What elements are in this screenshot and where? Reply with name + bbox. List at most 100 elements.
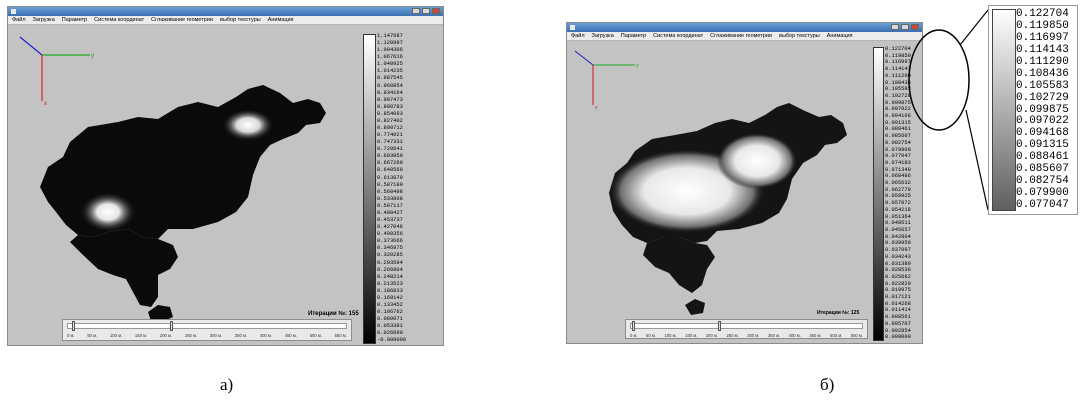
scale-value: 0.108436 — [885, 79, 911, 86]
iteration-label: Итерации №: 155 — [308, 311, 359, 317]
scale-value: 0.062779 — [885, 186, 911, 193]
scale-value: 0.293594 — [377, 259, 403, 266]
scale-value: 0.094168 — [885, 113, 911, 120]
scale-value: 0.774021 — [377, 132, 403, 139]
zoomed-scale-inset: 0.122704 0.119850 0.116997 0.114143 0.111290… — [988, 5, 1078, 215]
axis-x-label: x — [595, 105, 598, 111]
scale-value: 0.186833 — [377, 287, 403, 294]
timeline-tick: 450 м. — [284, 333, 297, 338]
scale-value: 0.074193 — [885, 159, 911, 166]
timeline-tick: 550 м. — [334, 333, 347, 338]
timeline-tick: 200 м. — [159, 333, 173, 338]
viewport-canvas[interactable]: y x — [567, 23, 923, 344]
slider-thumb[interactable] — [72, 321, 75, 331]
lake-map — [40, 85, 326, 323]
scale-value: 0.240214 — [377, 273, 403, 280]
scale-value: 0.071340 — [885, 166, 911, 173]
app-window-a: Файл Загрузка Параметр Система координат… — [7, 6, 444, 346]
slider-track[interactable] — [630, 323, 863, 329]
color-scale-bar — [363, 34, 376, 344]
scale-value: 0.480427 — [377, 209, 403, 216]
scale-value: 0.640569 — [377, 167, 403, 174]
scale-value: 0.907473 — [377, 96, 403, 103]
scale-value: 0.097022 — [885, 106, 911, 113]
scale-value: 0.045657 — [885, 226, 911, 233]
scale-value: 0.114143 — [885, 66, 911, 73]
iteration-label: Итерации №: 125 — [817, 310, 860, 316]
scale-value: 0.960854 — [377, 82, 403, 89]
timeline-tick: 100 м. — [109, 333, 123, 338]
scale-value: 0.854093 — [377, 110, 403, 117]
scale-value: 0.111290 — [885, 72, 911, 79]
time-slider[interactable]: 0 м. 50 м. 100 м. 150 м. 200 м. 250 м. 300 м. 3… — [625, 319, 868, 339]
zoom-scale-value: 0.102729 — [1016, 91, 1069, 104]
time-slider[interactable]: 0 м. 50 м. 100 м. 150 м. 200 м. 250 м. 300 м. 3… — [62, 319, 352, 341]
scale-value: 0.320285 — [377, 252, 403, 259]
timeline-ticks: 0 м. 50 м. 100 м. 150 м. 200 м. 250 м. 300 м. 3… — [67, 333, 347, 338]
scale-value: 0.088461 — [885, 126, 911, 133]
timeline-tick: 200 м. — [705, 333, 719, 338]
zoom-scale-value: 0.119850 — [1016, 19, 1069, 32]
timeline-tick: 550 м. — [850, 333, 863, 338]
scale-value: 0.747331 — [377, 139, 403, 146]
scale-value: 0.025682 — [885, 273, 911, 280]
zoom-scale-value: 0.116997 — [1016, 31, 1069, 44]
scale-value: 0.014268 — [885, 300, 911, 307]
scale-value: 0.019975 — [885, 287, 911, 294]
color-scale-values: 1.147687 1.120997 1.094306 1.067616 1.040925… — [377, 33, 406, 344]
axis-y-label: y — [636, 63, 639, 69]
scale-value: 0.507117 — [377, 202, 403, 209]
scale-value: 0.051364 — [885, 213, 911, 220]
scale-value: 0.720641 — [377, 146, 403, 153]
scale-value: 0.082754 — [885, 139, 911, 146]
scale-value: 0.091315 — [885, 119, 911, 126]
timeline-tick: 0 м. — [630, 333, 638, 338]
scale-value: 0.057072 — [885, 200, 911, 207]
scale-value: 0.053381 — [377, 323, 403, 330]
scale-value: 0.034243 — [885, 253, 911, 260]
timeline-tick: 350 м. — [234, 333, 247, 338]
scale-value: 0.026690 — [377, 330, 403, 337]
axes-gizmo: y x — [574, 50, 639, 111]
scale-value: 0.122704 — [885, 46, 911, 52]
timeline-tick: 400 м. — [259, 333, 272, 338]
scale-value: 0.085607 — [885, 133, 911, 140]
caption-a: а) — [220, 375, 234, 394]
scale-value: 0.427046 — [377, 224, 403, 231]
slider-thumb-2[interactable] — [170, 321, 173, 331]
timeline-tick: 500 м. — [309, 333, 322, 338]
axis-x-label: x — [44, 101, 47, 107]
slider-thumb[interactable] — [632, 321, 635, 331]
timeline-tick: 250 м. — [726, 333, 739, 338]
scale-value: 0.048511 — [885, 220, 911, 227]
scale-value: 1.067616 — [377, 54, 403, 61]
scale-value: 1.094306 — [377, 47, 403, 54]
zoom-scale-value: 0.111290 — [1016, 55, 1069, 68]
slider-track[interactable] — [67, 323, 347, 329]
scale-value: 0.054218 — [885, 206, 911, 213]
scale-value: 0.266904 — [377, 266, 403, 273]
zoom-scale-value: 0.082754 — [1016, 175, 1069, 188]
scale-value: 1.014235 — [377, 68, 403, 75]
scale-value: 0.105583 — [885, 86, 911, 93]
zoom-scale-value: 0.099875 — [1016, 103, 1069, 116]
zoom-scale-value: 0.108436 — [1016, 67, 1069, 80]
timeline-tick: 400 м. — [788, 333, 801, 338]
zoom-scale-value: 0.114143 — [1016, 43, 1069, 56]
slider-thumb-2[interactable] — [718, 321, 721, 331]
timeline-tick: 250 м. — [184, 333, 198, 338]
zoom-scale-value: 0.122704 — [1016, 8, 1069, 20]
app-window-b: Файл Загрузка Параметр Система координат… — [566, 22, 923, 344]
timeline-tick: 100 м. — [664, 333, 677, 338]
scale-value: 1.040925 — [377, 61, 403, 68]
scale-value: 0.587189 — [377, 181, 403, 188]
scale-value: 0.102729 — [885, 92, 911, 99]
caption-b: б) — [820, 375, 835, 394]
scale-value: 0.037097 — [885, 247, 911, 254]
scale-value: 0.934164 — [377, 89, 403, 96]
scale-value: 0.880783 — [377, 103, 403, 110]
scale-value: 1.120997 — [377, 40, 403, 47]
timeline-tick: 350 м. — [767, 333, 781, 338]
scale-value: 0.400356 — [377, 231, 403, 238]
scale-value: 0.079900 — [885, 146, 911, 153]
